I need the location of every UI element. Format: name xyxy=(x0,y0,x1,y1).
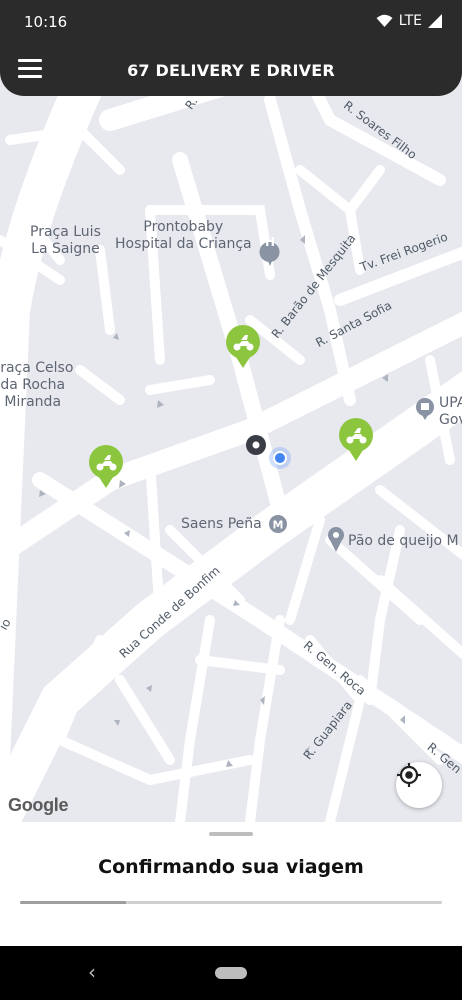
svg-text:M: M xyxy=(273,519,284,532)
google-logo: Google xyxy=(8,795,69,815)
app-title: 67 DELIVERY E DRIVER xyxy=(127,61,335,80)
progress-fill xyxy=(20,901,126,904)
status-bar: 10:16 LTE xyxy=(0,0,462,46)
back-icon[interactable]: ‹ xyxy=(88,960,96,984)
map-label: Saens Peña xyxy=(181,516,262,532)
system-nav-bar: ‹ xyxy=(0,946,462,1000)
trip-status-title: Confirmando sua viagem xyxy=(98,856,364,878)
crosshair-icon xyxy=(397,763,421,787)
wifi-icon xyxy=(376,14,393,27)
metro-station-icon: M xyxy=(269,515,287,533)
svg-text:H: H xyxy=(265,235,275,249)
progress-bar xyxy=(20,901,442,904)
network-label: LTE xyxy=(398,13,422,29)
map-view[interactable]: H M Praça Luis La Saigne Prontobaby Hosp… xyxy=(0,60,462,822)
map-label: Praça Celso da Rocha Miranda xyxy=(0,360,74,410)
map-label: Pão de queijo M xyxy=(348,533,459,549)
status-icons: LTE xyxy=(376,13,442,29)
drag-handle[interactable] xyxy=(209,832,253,836)
driver-pin-icon xyxy=(226,325,260,368)
my-location-button[interactable] xyxy=(396,762,442,808)
status-time: 10:16 xyxy=(24,13,68,31)
home-pill[interactable] xyxy=(215,967,247,979)
map-roads: H M xyxy=(0,60,462,822)
map-label: Praça Luis La Saigne xyxy=(30,224,101,257)
app-bar: 67 DELIVERY E DRIVER xyxy=(0,46,462,96)
user-location-icon xyxy=(269,447,291,469)
signal-icon xyxy=(428,14,442,28)
map-label: Prontobaby Hospital da Criança xyxy=(115,219,252,252)
pickup-point-icon xyxy=(246,435,266,455)
map-label: UPA Gov xyxy=(439,395,462,428)
bottom-sheet: Confirmando sua viagem xyxy=(0,822,462,946)
